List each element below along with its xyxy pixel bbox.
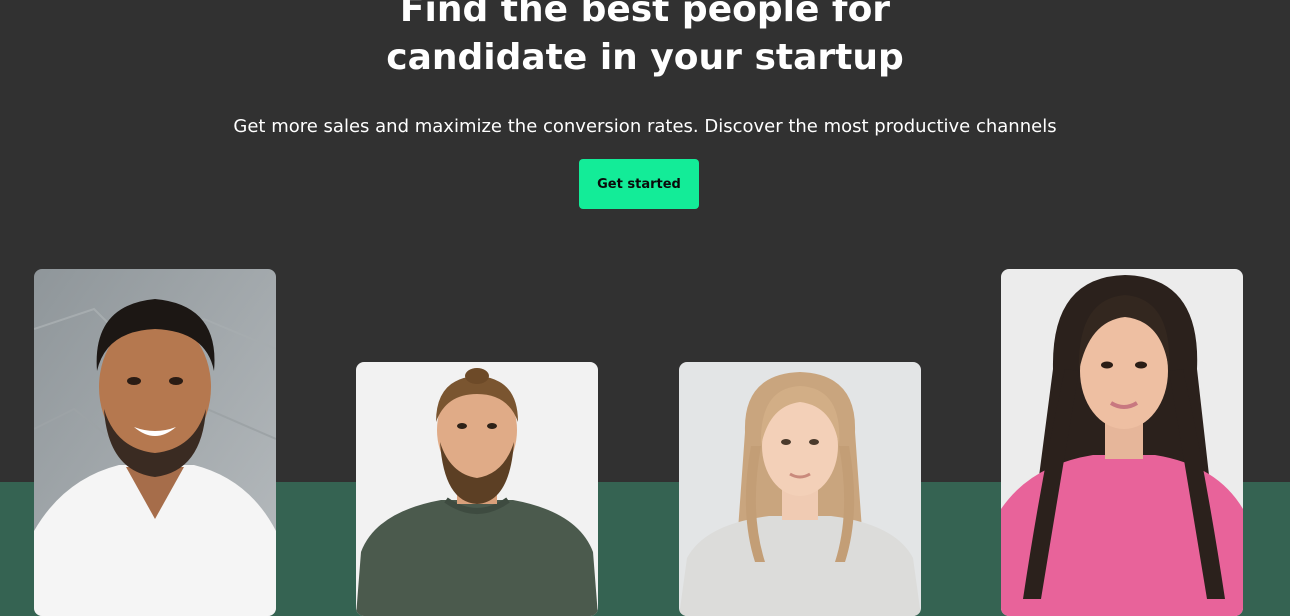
candidate-photo-4-image: [1001, 269, 1243, 616]
get-started-button[interactable]: Get started: [579, 159, 699, 209]
candidate-photo-1-image: [34, 269, 276, 616]
candidate-photo-2-image: [356, 362, 598, 616]
candidate-photo-4: [1001, 269, 1243, 616]
hero-title-line-2: candidate in your startup: [386, 37, 904, 78]
candidate-photo-2: [356, 362, 598, 616]
hero-subtitle: Get more sales and maximize the conversi…: [233, 116, 1057, 137]
candidate-photo-3-image: [679, 362, 921, 616]
candidate-photo-3: [679, 362, 921, 616]
hero-title: Find the best people for candidate in yo…: [0, 0, 1290, 82]
candidate-photo-1: [34, 269, 276, 616]
hero-title-line-1: Find the best people for: [399, 0, 891, 30]
